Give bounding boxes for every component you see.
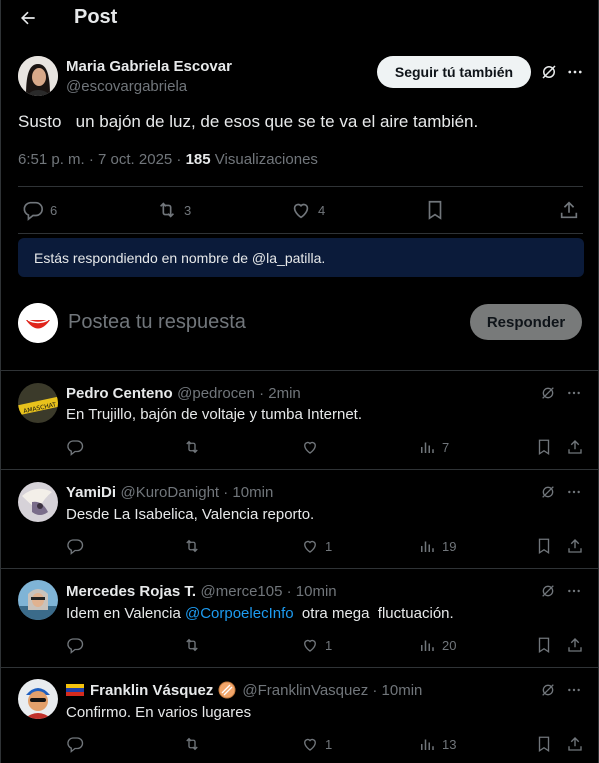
reply-author-name[interactable]: Franklin Vásquez	[90, 682, 213, 699]
reply-header: Pedro Centeno @pedrocen · 2min	[66, 385, 301, 403]
reply-author-name[interactable]: Mercedes Rojas T.	[66, 583, 196, 600]
reply-header: Mercedes Rojas T. @merce105 · 10min	[66, 583, 337, 601]
verified-org-badge-icon	[218, 681, 236, 699]
like-count: 4	[318, 202, 326, 218]
reply-author-name[interactable]: YamiDi	[66, 484, 116, 501]
reply-author-handle[interactable]: @merce105 · 10min	[201, 583, 337, 600]
divider	[18, 233, 583, 234]
bookmark-icon[interactable]	[535, 735, 553, 753]
views-action[interactable]: 20	[418, 636, 456, 654]
repost-action[interactable]	[183, 636, 207, 654]
more-options-icon[interactable]	[566, 385, 582, 401]
views-action[interactable]: 7	[418, 438, 449, 456]
like-count: 1	[325, 637, 333, 653]
grok-icon[interactable]	[540, 385, 556, 401]
bookmark-icon[interactable]	[535, 636, 553, 654]
reply-text: Idem en Valencia @CorpoelecInfo otra meg…	[66, 605, 454, 622]
back-arrow-icon[interactable]	[18, 8, 38, 28]
venezuela-flag-icon	[66, 684, 84, 696]
views-label: Visualizaciones	[210, 151, 318, 168]
share-icon[interactable]	[566, 735, 584, 753]
reply-header: Franklin Vásquez @FranklinVasquez · 10mi…	[66, 681, 422, 699]
mention-link[interactable]: @CorpoelecInfo	[185, 605, 294, 622]
grok-icon[interactable]	[540, 583, 556, 599]
like-action[interactable]: 1	[301, 537, 332, 555]
more-options-icon[interactable]	[566, 484, 582, 500]
repost-action[interactable]: 3	[156, 199, 191, 221]
bookmark-icon[interactable]	[424, 199, 446, 221]
reply-author-name[interactable]: Pedro Centeno	[66, 385, 173, 402]
share-icon[interactable]	[566, 636, 584, 654]
reply-text-part: Idem en Valencia	[66, 605, 185, 622]
bookmark-icon[interactable]	[535, 537, 553, 555]
like-action[interactable]: 1	[301, 735, 332, 753]
grok-icon[interactable]	[540, 484, 556, 500]
reply-avatar[interactable]: AMASCHAT	[18, 383, 58, 423]
more-options-icon[interactable]	[566, 63, 584, 81]
grok-icon[interactable]	[540, 63, 558, 81]
views-action[interactable]: 19	[418, 537, 456, 555]
like-action[interactable]: 1	[301, 636, 332, 654]
reply-action[interactable]: 6	[22, 199, 57, 221]
follow-button-label: Seguir tú también	[394, 64, 514, 80]
reply-author-handle[interactable]: @FranklinVasquez · 10min	[242, 682, 422, 699]
reply-text: En Trujillo, bajón de voltaje y tumba In…	[66, 406, 363, 423]
bookmark-icon[interactable]	[535, 438, 553, 456]
reply-avatar[interactable]	[18, 679, 58, 719]
reply-text-part: otra mega fluctuación.	[293, 605, 454, 622]
more-options-icon[interactable]	[566, 583, 582, 599]
reply-avatar[interactable]	[18, 580, 58, 620]
like-action[interactable]	[301, 438, 325, 456]
author-handle[interactable]: @escovargabriela	[66, 78, 187, 95]
reply-button-label: Responder	[486, 313, 566, 331]
more-options-icon[interactable]	[566, 682, 582, 698]
like-count: 1	[325, 538, 333, 554]
share-icon[interactable]	[558, 199, 580, 221]
follow-button[interactable]: Seguir tú también	[377, 56, 531, 88]
like-action[interactable]: 4	[290, 199, 325, 221]
post-timestamp[interactable]: 6:51 p. m. · 7 oct. 2025 ·	[18, 151, 186, 168]
post-meta: 6:51 p. m. · 7 oct. 2025 · 185 Visualiza…	[18, 151, 318, 168]
like-count: 1	[325, 736, 333, 752]
reply-avatar[interactable]	[18, 482, 58, 522]
post-text: Susto un bajón de luz, de esos que se te…	[18, 112, 479, 131]
reply-action[interactable]	[66, 735, 90, 753]
views-count: 13	[442, 736, 457, 752]
reply-as-notice: Estás respondiendo en nombre de @la_pati…	[18, 238, 584, 277]
author-name[interactable]: Maria Gabriela Escovar	[66, 58, 232, 75]
reply-author-handle[interactable]: @KuroDanight · 10min	[120, 484, 273, 501]
author-avatar[interactable]	[18, 56, 58, 96]
views-action[interactable]: 13	[418, 735, 456, 753]
repost-action[interactable]	[183, 735, 207, 753]
reply-action[interactable]	[66, 438, 90, 456]
grok-icon[interactable]	[540, 682, 556, 698]
repost-action[interactable]	[183, 537, 207, 555]
reply-text: Desde La Isabelica, Valencia reporto.	[66, 506, 315, 523]
reply-count: 6	[50, 202, 58, 218]
composer-avatar	[18, 303, 58, 343]
share-icon[interactable]	[566, 438, 584, 456]
reply-input[interactable]: Postea tu respuesta	[68, 311, 246, 334]
share-icon[interactable]	[566, 537, 584, 555]
reply-header: YamiDi @KuroDanight · 10min	[66, 484, 273, 502]
views-count: 20	[442, 637, 457, 653]
notice-text: Estás respondiendo en nombre de @la_pati…	[34, 249, 326, 266]
divider	[18, 186, 583, 187]
page-title: Post	[74, 6, 118, 28]
header: Post	[0, 0, 599, 38]
repost-action[interactable]	[183, 438, 207, 456]
views-count: 19	[442, 538, 457, 554]
reply-button[interactable]: Responder	[470, 304, 582, 340]
reply-author-handle[interactable]: @pedrocen · 2min	[177, 385, 301, 402]
repost-count: 3	[184, 202, 192, 218]
views-count: 7	[442, 439, 450, 455]
reply-action[interactable]	[66, 636, 90, 654]
views-count: 185	[185, 151, 211, 168]
reply-action[interactable]	[66, 537, 90, 555]
reply-text: Confirmo. En varios lugares	[66, 704, 252, 721]
